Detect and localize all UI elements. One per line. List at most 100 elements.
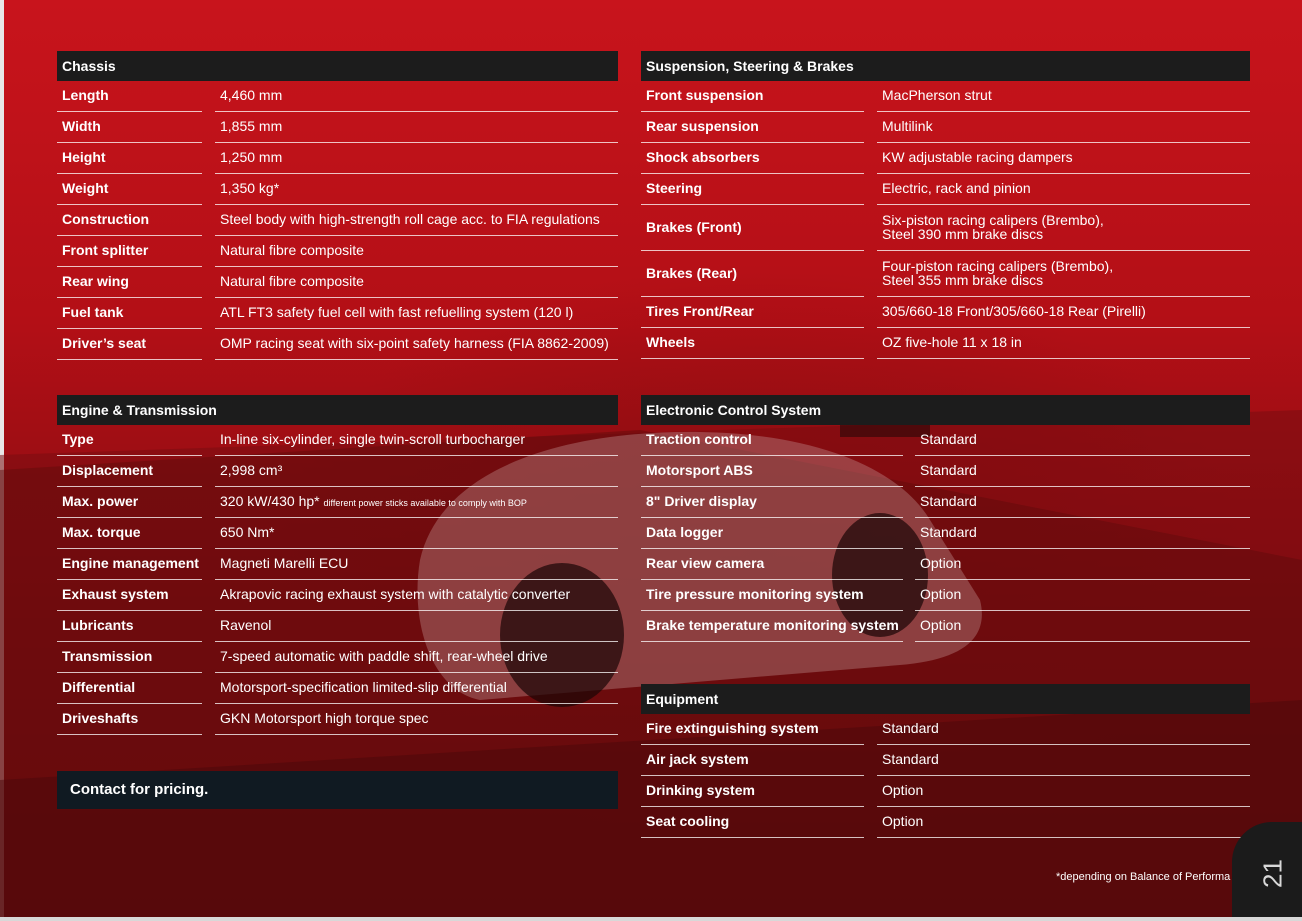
page-number: 21 [1257, 859, 1288, 888]
spec-value-text-line2: Steel 390 mm brake discs [882, 226, 1044, 242]
spec-label: Driver’s seat [57, 329, 202, 360]
table-row: Rear suspension Multilink [641, 112, 1250, 143]
spec-value: OMP racing seat with six-point safety ha… [215, 329, 618, 360]
spec-label: Brakes (Front) [641, 205, 864, 251]
spec-value: KW adjustable racing dampers [877, 143, 1250, 174]
spec-value: Multilink [877, 112, 1250, 143]
spec-label: Max. torque [57, 518, 202, 549]
spec-label: Brake temperature monitoring system [641, 611, 903, 642]
spec-label: Differential [57, 673, 202, 704]
table-row: Fuel tank ATL FT3 safety fuel cell with f… [57, 298, 618, 329]
table-row: Displacement 2,998 cm³ [57, 456, 618, 487]
spec-label: Drinking system [641, 776, 864, 807]
spec-value-text: 4,460 mm [220, 87, 283, 103]
spec-value-text: KW adjustable racing dampers [882, 149, 1073, 165]
spec-value: Standard [915, 487, 1250, 518]
spec-label: 8" Driver display [641, 487, 903, 518]
spec-label: Height [57, 143, 202, 174]
page-edge [0, 0, 4, 921]
table-row: Rear view camera Option [641, 549, 1250, 580]
table-row: Width 1,855 mm [57, 112, 618, 143]
spec-label: Traction control [641, 425, 903, 456]
spec-value: Option [915, 580, 1250, 611]
table-row: Tire pressure monitoring system Option [641, 580, 1250, 611]
table-row: Rear wing Natural fibre composite [57, 267, 618, 298]
spec-label: Exhaust system [57, 580, 202, 611]
spec-label: Transmission [57, 642, 202, 673]
table-row: 8" Driver display Standard [641, 487, 1250, 518]
spec-label: Tire pressure monitoring system [641, 580, 903, 611]
spec-value: 1,855 mm [215, 112, 618, 143]
spec-value-text: GKN Motorsport high torque spec [220, 710, 429, 726]
spec-value-text: OMP racing seat with six-point safety ha… [220, 335, 609, 351]
spec-value-text: MacPherson strut [882, 87, 992, 103]
spec-label: Engine management [57, 549, 202, 580]
suspension-header: Suspension, Steering & Brakes [641, 51, 1250, 81]
spec-value: OZ five-hole 11 x 18 in [877, 328, 1250, 359]
spec-label: Rear suspension [641, 112, 864, 143]
spec-label: Steering [641, 174, 864, 205]
spec-value-text: Electric, rack and pinion [882, 180, 1031, 196]
table-row: Driveshafts GKN Motorsport high torque sp… [57, 704, 618, 735]
spec-value-text: OZ five-hole 11 x 18 in [882, 334, 1022, 350]
spec-value-text: Natural fibre composite [220, 242, 364, 258]
table-row: Motorsport ABS Standard [641, 456, 1250, 487]
table-row: Shock absorbers KW adjustable racing damp… [641, 143, 1250, 174]
spec-label: Lubricants [57, 611, 202, 642]
electronic-header: Electronic Control System [641, 395, 1250, 425]
spec-value-text: Ravenol [220, 617, 272, 633]
spec-label: Width [57, 112, 202, 143]
table-row: Transmission 7-speed automatic with paddl… [57, 642, 618, 673]
spec-value-text: Option [882, 782, 924, 798]
spec-value-text-line2: Steel 355 mm brake discs [882, 272, 1044, 288]
spec-label: Fuel tank [57, 298, 202, 329]
spec-value-text: 2,998 cm³ [220, 462, 283, 478]
spec-value: Standard [915, 518, 1250, 549]
spec-label: Construction [57, 205, 202, 236]
spec-value-text: Option [920, 617, 962, 633]
spec-value: 2,998 cm³ [215, 456, 618, 487]
spec-value: GKN Motorsport high torque spec [215, 704, 618, 735]
equipment-section: Equipment Fire extinguishing system Stand… [641, 684, 1250, 838]
table-row: Air jack system Standard [641, 745, 1250, 776]
spec-value-text: Option [920, 586, 962, 602]
table-row: Front splitter Natural fibre composite [57, 236, 618, 267]
engine-header: Engine & Transmission [57, 395, 618, 425]
spec-value: Magneti Marelli ECU [215, 549, 618, 580]
spec-value-text: Standard [882, 720, 939, 736]
spec-label: Wheels [641, 328, 864, 359]
spec-value: Option [915, 611, 1250, 642]
table-row: Seat cooling Option [641, 807, 1250, 838]
spec-label: Seat cooling [641, 807, 864, 838]
spec-value-text: Standard [920, 431, 977, 447]
table-row: Steering Electric, rack and pinion [641, 174, 1250, 205]
spec-value: In-line six-cylinder, single twin-scroll… [215, 425, 618, 456]
table-row: Tires Front/Rear 305/660-18 Front/305/660… [641, 297, 1250, 328]
spec-label: Length [57, 81, 202, 112]
spec-value-note: different power sticks available to comp… [323, 498, 527, 508]
table-row: Driver’s seat OMP racing seat with six-po… [57, 329, 618, 360]
spec-label: Data logger [641, 518, 903, 549]
spec-value: Four-piston racing calipers (Brembo), Ste… [877, 251, 1250, 297]
spec-value: 1,350 kg* [215, 174, 618, 205]
spec-label: Type [57, 425, 202, 456]
table-row: Differential Motorsport-specification lim… [57, 673, 618, 704]
spec-value-text: Option [882, 813, 924, 829]
spec-label: Shock absorbers [641, 143, 864, 174]
electronic-section: Electronic Control System Traction contr… [641, 395, 1250, 642]
spec-value-text: Steel body with high-strength roll cage … [220, 211, 600, 227]
spec-value: 4,460 mm [215, 81, 618, 112]
spec-label: Rear wing [57, 267, 202, 298]
table-row: Fire extinguishing system Standard [641, 714, 1250, 745]
spec-label: Fire extinguishing system [641, 714, 864, 745]
spec-value: Natural fibre composite [215, 267, 618, 298]
table-row: Front suspension MacPherson strut [641, 81, 1250, 112]
spec-value: Standard [915, 456, 1250, 487]
spec-value: 305/660-18 Front/305/660-18 Rear (Pirell… [877, 297, 1250, 328]
spec-value-text: Standard [920, 524, 977, 540]
spec-label: Motorsport ABS [641, 456, 903, 487]
spec-value: Electric, rack and pinion [877, 174, 1250, 205]
table-row: Brakes (Front) Six-piston racing calipers… [641, 205, 1250, 251]
contact-for-pricing: Contact for pricing. [57, 771, 618, 809]
spec-label: Air jack system [641, 745, 864, 776]
